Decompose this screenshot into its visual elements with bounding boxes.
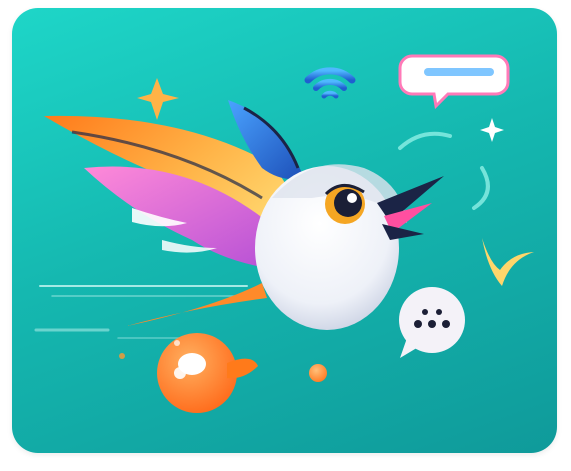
bird-eye [324, 184, 365, 224]
small-sparkle-icon [480, 118, 504, 142]
wifi-icon [304, 67, 356, 99]
chat-bubble-icon [398, 54, 510, 110]
sparkle-star-icon [137, 78, 179, 120]
orange-blob-icon [157, 333, 258, 413]
speed-lines [34, 285, 248, 339]
bird-tail [127, 283, 267, 326]
boomerang-icon [482, 238, 534, 286]
page-frame [0, 0, 571, 471]
small-orange-dot [309, 364, 327, 382]
typing-bubble-icon [399, 287, 465, 358]
bird-illustration [34, 54, 534, 413]
illustration-card [12, 8, 557, 453]
